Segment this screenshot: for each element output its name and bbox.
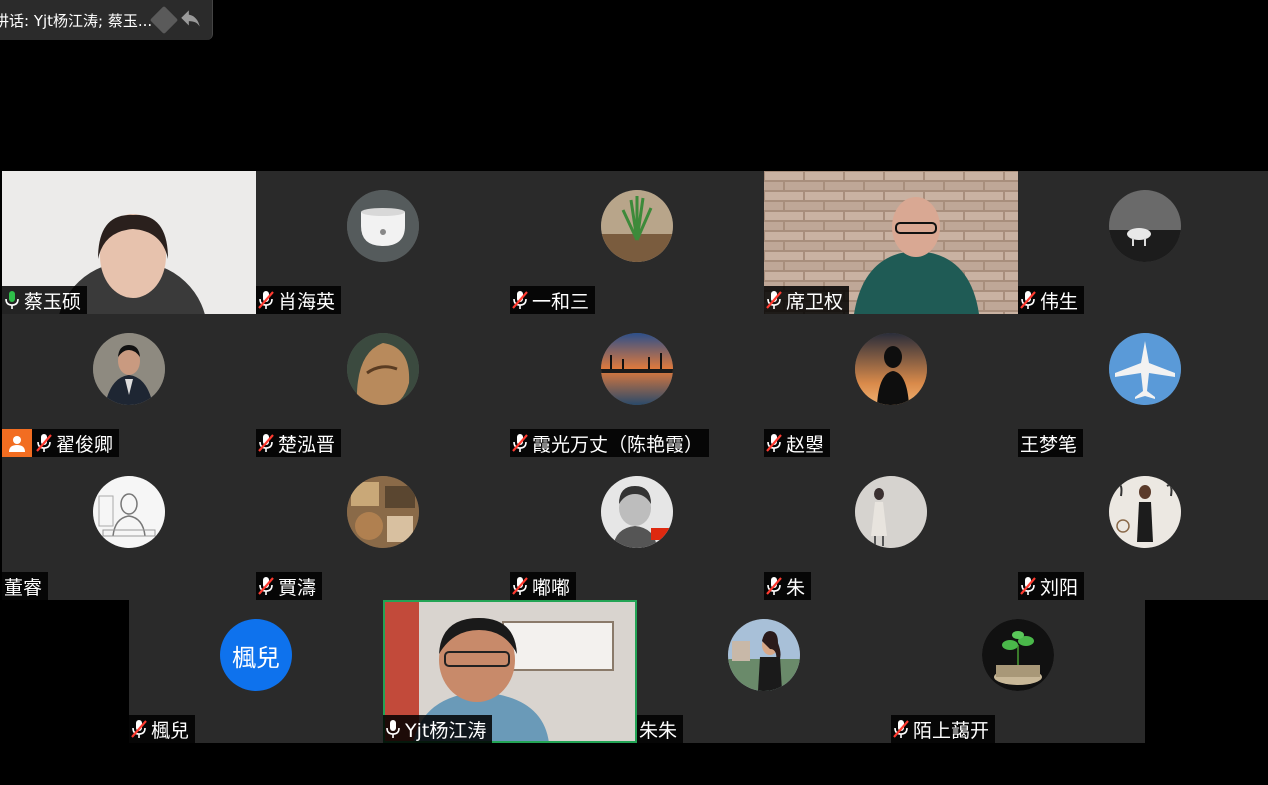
participant-name: 陌上藹开 (913, 719, 990, 742)
avatar (601, 333, 673, 405)
participant-tile[interactable]: 楓兒 楓兒 (129, 600, 383, 743)
participant-tile[interactable]: 肖海英 (256, 171, 510, 314)
avatar (1109, 333, 1181, 405)
muted-microphone-icon (131, 720, 147, 738)
participant-tile[interactable]: 王梦笔 (1018, 314, 1268, 457)
active-speaker-tile[interactable]: Yjt杨江涛 (383, 600, 637, 743)
avatar (93, 333, 165, 405)
participant-name: Yjt杨江涛 (405, 719, 487, 742)
participant-name-tag: 赵曌 (764, 429, 831, 457)
avatar (855, 476, 927, 548)
avatar (347, 476, 419, 548)
muted-microphone-icon (512, 434, 528, 452)
avatar (601, 190, 673, 262)
participant-tile[interactable]: 伟生 (1018, 171, 1268, 314)
avatar (347, 190, 419, 262)
participant-tile[interactable]: 赵曌 (764, 314, 1018, 457)
muted-microphone-icon (258, 434, 274, 452)
initials-avatar: 楓兒 (220, 619, 292, 691)
participant-name: 霞光万丈（陈艳霞） (532, 433, 704, 456)
muted-microphone-icon (893, 720, 909, 738)
participant-name-tag: 嘟嘟 (510, 572, 577, 600)
participant-tile[interactable]: 嘟嘟 (510, 457, 764, 600)
participant-name: 董睿 (4, 576, 43, 599)
participant-tile[interactable]: 陌上藹开 (891, 600, 1145, 743)
participant-name-tag: 霞光万丈（陈艳霞） (510, 429, 710, 457)
participant-name: 肖海英 (278, 290, 336, 313)
muted-microphone-icon (1020, 291, 1036, 309)
avatar (347, 333, 419, 405)
participant-name: 朱 (786, 576, 806, 599)
participant-name: 席卫权 (786, 290, 844, 313)
participant-name-tag: 楚泓晋 (256, 429, 342, 457)
muted-microphone-icon (766, 577, 782, 595)
participant-tile[interactable]: 楚泓晋 (256, 314, 510, 457)
participant-name-tag: 董睿 (2, 572, 49, 600)
participant-name-tag: 賈濤 (256, 572, 323, 600)
move-handle-icon[interactable] (149, 5, 179, 35)
participant-name: 刘阳 (1040, 576, 1079, 599)
participant-tile[interactable]: 朱朱 (637, 600, 891, 743)
participant-tile[interactable]: 席卫权 (764, 171, 1018, 314)
participant-name-tag: Yjt杨江涛 (383, 715, 493, 743)
avatar (93, 476, 165, 548)
participant-name: 楓兒 (151, 719, 190, 742)
participant-name: 赵曌 (786, 433, 825, 456)
avatar (1109, 476, 1181, 548)
avatar (855, 333, 927, 405)
microphone-icon (386, 720, 400, 738)
participant-tile[interactable]: 朱 (764, 457, 1018, 600)
avatar (1109, 190, 1181, 262)
participant-name-tag: 一和三 (510, 286, 596, 314)
avatar (982, 619, 1054, 691)
participant-name: 翟俊卿 (56, 433, 114, 456)
participant-name-tag: 席卫权 (764, 286, 850, 314)
participant-tile[interactable]: 霞光万丈（陈艳霞） (510, 314, 764, 457)
participant-name: 王梦笔 (1020, 433, 1078, 456)
muted-microphone-icon (766, 434, 782, 452)
muted-microphone-icon (258, 291, 274, 309)
host-badge (2, 429, 32, 457)
participant-name: 楚泓晋 (278, 433, 336, 456)
microphone-icon (5, 291, 19, 309)
participant-tile[interactable]: 翟俊卿 (2, 314, 256, 457)
participant-name: 賈濤 (278, 576, 317, 599)
muted-microphone-icon (36, 434, 52, 452)
collapse-arrow-icon[interactable] (178, 6, 204, 32)
participant-name-tag: 楓兒 (129, 715, 196, 743)
participant-name-tag: 刘阳 (1018, 572, 1085, 600)
participant-tile[interactable]: 賈濤 (256, 457, 510, 600)
participant-name: 伟生 (1040, 290, 1079, 313)
participant-name-tag: 王梦笔 (1018, 429, 1084, 457)
speaker-bar-controls (149, 5, 204, 35)
speaking-indicator-bar: 讲话: Yjt杨江涛; 蔡玉... (0, 0, 213, 40)
avatar (728, 619, 800, 691)
participant-name-tag: 陌上藹开 (891, 715, 996, 743)
participant-tile[interactable]: 董睿 (2, 457, 256, 600)
participant-tile[interactable]: 一和三 (510, 171, 764, 314)
participant-name-tag: 肖海英 (256, 286, 342, 314)
participant-tile[interactable]: 蔡玉硕 (2, 171, 256, 314)
participant-name-tag: 蔡玉硕 (2, 286, 88, 314)
participant-name-tag: 朱 (764, 572, 812, 600)
participant-tile[interactable]: 刘阳 (1018, 457, 1268, 600)
participant-name: 蔡玉硕 (24, 290, 82, 313)
person-icon (9, 436, 25, 452)
participant-name-tag: 朱朱 (637, 715, 684, 743)
speaking-indicator-text: 讲话: Yjt杨江涛; 蔡玉... (0, 11, 153, 30)
muted-microphone-icon (258, 577, 274, 595)
muted-microphone-icon (512, 291, 528, 309)
muted-microphone-icon (512, 577, 528, 595)
participant-name: 一和三 (532, 290, 590, 313)
participant-name-tag: 翟俊卿 (2, 429, 120, 457)
participant-name-tag: 伟生 (1018, 286, 1085, 314)
muted-microphone-icon (766, 291, 782, 309)
participant-name: 嘟嘟 (532, 576, 571, 599)
avatar (601, 476, 673, 548)
participant-name: 朱朱 (639, 719, 678, 742)
muted-microphone-icon (1020, 577, 1036, 595)
